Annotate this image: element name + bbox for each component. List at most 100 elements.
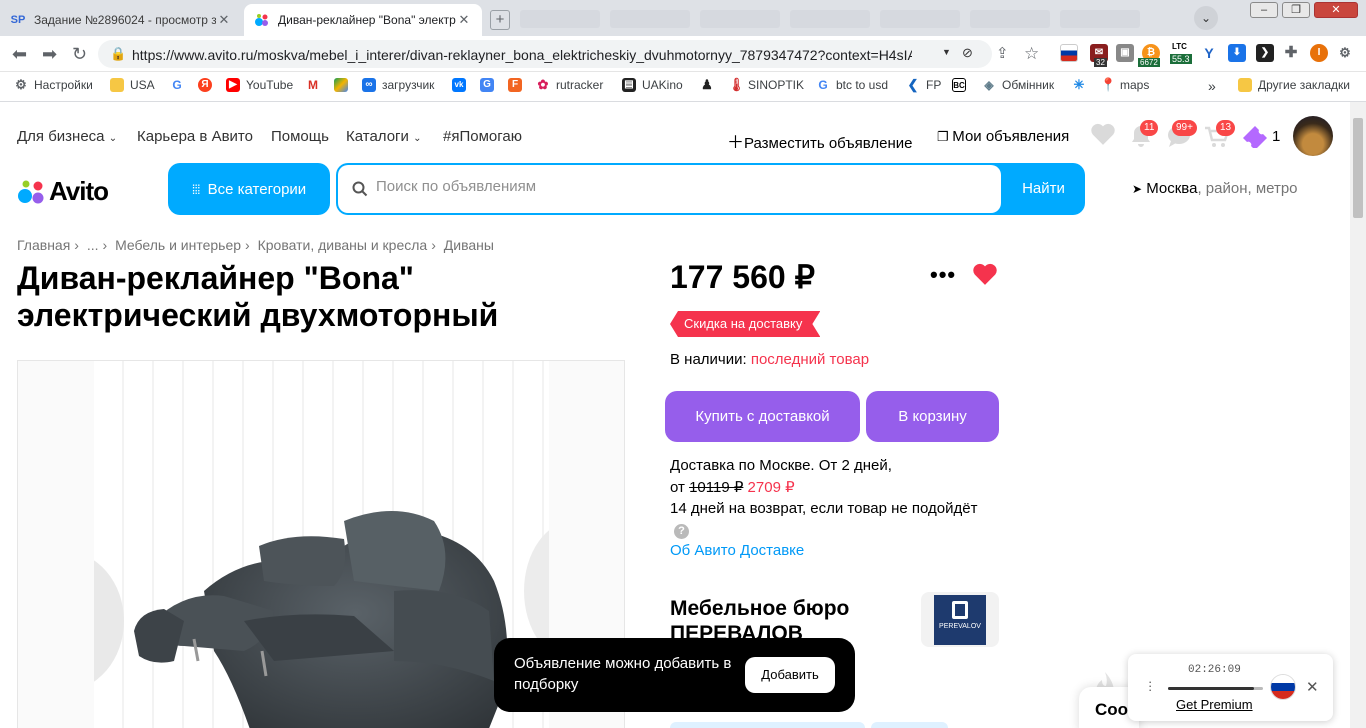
close-window-button[interactable]: ✕ — [1314, 2, 1358, 18]
user-avatar[interactable] — [1293, 116, 1333, 156]
buy-with-delivery-button[interactable]: Купить с доставкой — [665, 391, 860, 442]
back-arrow-icon[interactable]: ⬅ — [12, 44, 27, 64]
tab-avito[interactable]: Диван-реклайнер "Bona" электри ✕ — [244, 4, 482, 36]
discount-tag: Скидка на доставку — [670, 311, 820, 337]
briefcase-icon[interactable]: ▣ — [1116, 44, 1134, 62]
extensions-puzzle-icon[interactable]: ✚ — [1282, 44, 1300, 62]
breadcrumb-home[interactable]: Главная — [17, 237, 70, 253]
favorites-heart-icon[interactable] — [1090, 122, 1116, 151]
url-text[interactable]: https://www.avito.ru/moskva/mebel_i_inte… — [132, 47, 912, 63]
lock-icon[interactable]: 🔒 — [110, 46, 126, 62]
profile-avatar[interactable]: I — [1310, 44, 1328, 62]
background-tab[interactable] — [700, 10, 780, 28]
bookmark-bc[interactable]: BC — [952, 78, 972, 92]
new-tab-button[interactable]: + — [490, 10, 510, 30]
get-premium-link[interactable]: Get Premium — [1176, 697, 1253, 712]
close-tab-icon[interactable]: ✕ — [216, 12, 232, 28]
bookmark-maps[interactable]: 📍 maps — [1100, 78, 1149, 92]
forward-arrow-icon[interactable]: ➡ — [42, 44, 57, 64]
bookmark-youtube[interactable]: ▶ YouTube — [226, 78, 293, 92]
terminal-icon[interactable]: ❯ — [1256, 44, 1274, 62]
cart-badge: 13 — [1216, 120, 1236, 136]
location-selector[interactable]: ➤ Москва, район, метро — [1132, 180, 1298, 197]
favorite-heart-icon[interactable] — [972, 262, 998, 291]
avito-logo[interactable]: Avito — [17, 176, 109, 207]
vpn-close-icon[interactable]: ✕ — [1306, 678, 1319, 696]
bonus-ticket-icon[interactable] — [1241, 124, 1269, 153]
background-tab[interactable] — [790, 10, 870, 28]
question-icon[interactable]: ? — [674, 524, 689, 539]
background-tab[interactable] — [880, 10, 960, 28]
nav-help[interactable]: Помощь — [271, 128, 329, 145]
bookmark-vk[interactable]: vk — [452, 78, 472, 92]
dropdown-icon[interactable]: ▼ — [942, 47, 951, 57]
page-scrollbar[interactable] — [1350, 102, 1366, 728]
bookmark-star-icon[interactable]: ☆ — [1024, 44, 1039, 64]
nav-business[interactable]: Для бизнеса ⌄ — [17, 128, 117, 145]
bookmark-zagruzchik[interactable]: ∞ загрузчик — [362, 78, 434, 92]
bookmark-usa[interactable]: USA — [110, 78, 155, 92]
tab-search-icon[interactable]: ⌄ — [1194, 6, 1218, 30]
russia-flag-icon[interactable] — [1060, 44, 1078, 62]
bookmark-yandex[interactable]: Я — [198, 78, 218, 92]
bookmark-figure[interactable]: ♟ — [700, 78, 720, 92]
tab-strip: SP Задание №2896024 - просмотр за ✕ Дива… — [0, 0, 1366, 36]
reload-icon[interactable]: ↻ — [72, 44, 87, 64]
share-icon[interactable]: ⇪ — [996, 44, 1009, 64]
add-to-cart-button[interactable]: В корзину — [866, 391, 999, 442]
search-bar: Найти — [336, 163, 1085, 215]
y-extension-icon[interactable]: Y — [1200, 44, 1218, 62]
bookmark-rutracker[interactable]: ✿ rutracker — [536, 78, 603, 92]
place-ad-link[interactable]: ＋Разместить объявление — [727, 128, 912, 153]
more-options-icon[interactable]: ••• — [930, 262, 956, 288]
bookmark-obminnyk[interactable]: ◈ Обмінник — [982, 78, 1054, 92]
seller-logo[interactable]: PEREVALOV — [921, 592, 999, 647]
bookmark-translate[interactable]: G — [480, 78, 500, 92]
bookmark-google[interactable]: G — [170, 78, 190, 92]
figure-icon: ♟ — [700, 77, 714, 92]
bookmark-fp[interactable]: ❮ FP — [906, 78, 941, 92]
background-tab[interactable] — [610, 10, 690, 28]
blocked-popup-icon[interactable]: ⊘ — [962, 45, 973, 61]
minimize-button[interactable]: ‒ — [1250, 2, 1278, 18]
background-tab[interactable] — [1060, 10, 1140, 28]
bookmark-settings[interactable]: ⚙ Настройки — [14, 78, 93, 92]
bookmark-star[interactable]: ✳ — [1072, 78, 1092, 92]
bookmark-f[interactable]: F — [508, 78, 528, 92]
tag-pill[interactable] — [670, 722, 865, 728]
background-tab[interactable] — [520, 10, 600, 28]
nav-catalogs[interactable]: Каталоги ⌄ — [346, 128, 421, 145]
url-field[interactable]: 🔒 https://www.avito.ru/moskva/mebel_i_in… — [98, 40, 992, 68]
bookmark-btc-usd[interactable]: Gbtc to usd — [816, 78, 888, 92]
bookmark-sinoptik[interactable]: 🌡 SINOPTIK — [728, 78, 804, 92]
search-input[interactable] — [376, 178, 976, 195]
my-ads-link[interactable]: ❐ Мои объявления — [937, 128, 1069, 145]
breadcrumb-sofas[interactable]: Диваны — [444, 237, 494, 253]
bookmark-gmail[interactable]: M — [306, 78, 326, 92]
extension-gear-icon[interactable]: ⚙ — [1336, 44, 1354, 62]
maximize-button[interactable]: ❐ — [1282, 2, 1310, 18]
bookmark-drive[interactable] — [334, 78, 354, 92]
bookmark-uakino[interactable]: ▤ UAKino — [622, 78, 683, 92]
breadcrumb-ellipsis[interactable]: ... — [87, 237, 99, 253]
bookmarks-overflow-button[interactable]: » — [1208, 78, 1216, 94]
scrollbar-thumb[interactable] — [1353, 118, 1363, 218]
nav-ya-pomogayu[interactable]: #яПомогаю — [443, 128, 522, 145]
folder-icon — [110, 78, 124, 92]
download-icon[interactable]: ⬇ — [1228, 44, 1246, 62]
tag-pill[interactable] — [871, 722, 948, 728]
vpn-timer: 02:26:09 — [1188, 664, 1241, 676]
breadcrumb-beds-sofas[interactable]: Кровати, диваны и кресла — [258, 237, 428, 253]
toast-add-button[interactable]: Добавить — [745, 657, 835, 693]
background-tab[interactable] — [970, 10, 1050, 28]
other-bookmarks[interactable]: Другие закладки — [1238, 78, 1350, 92]
nav-career[interactable]: Карьера в Авито — [137, 128, 253, 145]
all-categories-button[interactable]: ⁞⁞⁞ Все категории — [168, 163, 330, 215]
russia-flag-icon[interactable] — [1270, 674, 1296, 700]
search-button[interactable]: Найти — [1002, 163, 1085, 215]
about-delivery-link[interactable]: Об Авито Доставке — [670, 542, 804, 559]
vpn-menu-icon[interactable]: · · · — [1148, 675, 1154, 696]
close-tab-icon[interactable]: ✕ — [456, 12, 472, 28]
breadcrumb-furniture[interactable]: Мебель и интерьер — [115, 237, 241, 253]
tab-zadanie[interactable]: SP Задание №2896024 - просмотр за ✕ — [0, 4, 242, 36]
